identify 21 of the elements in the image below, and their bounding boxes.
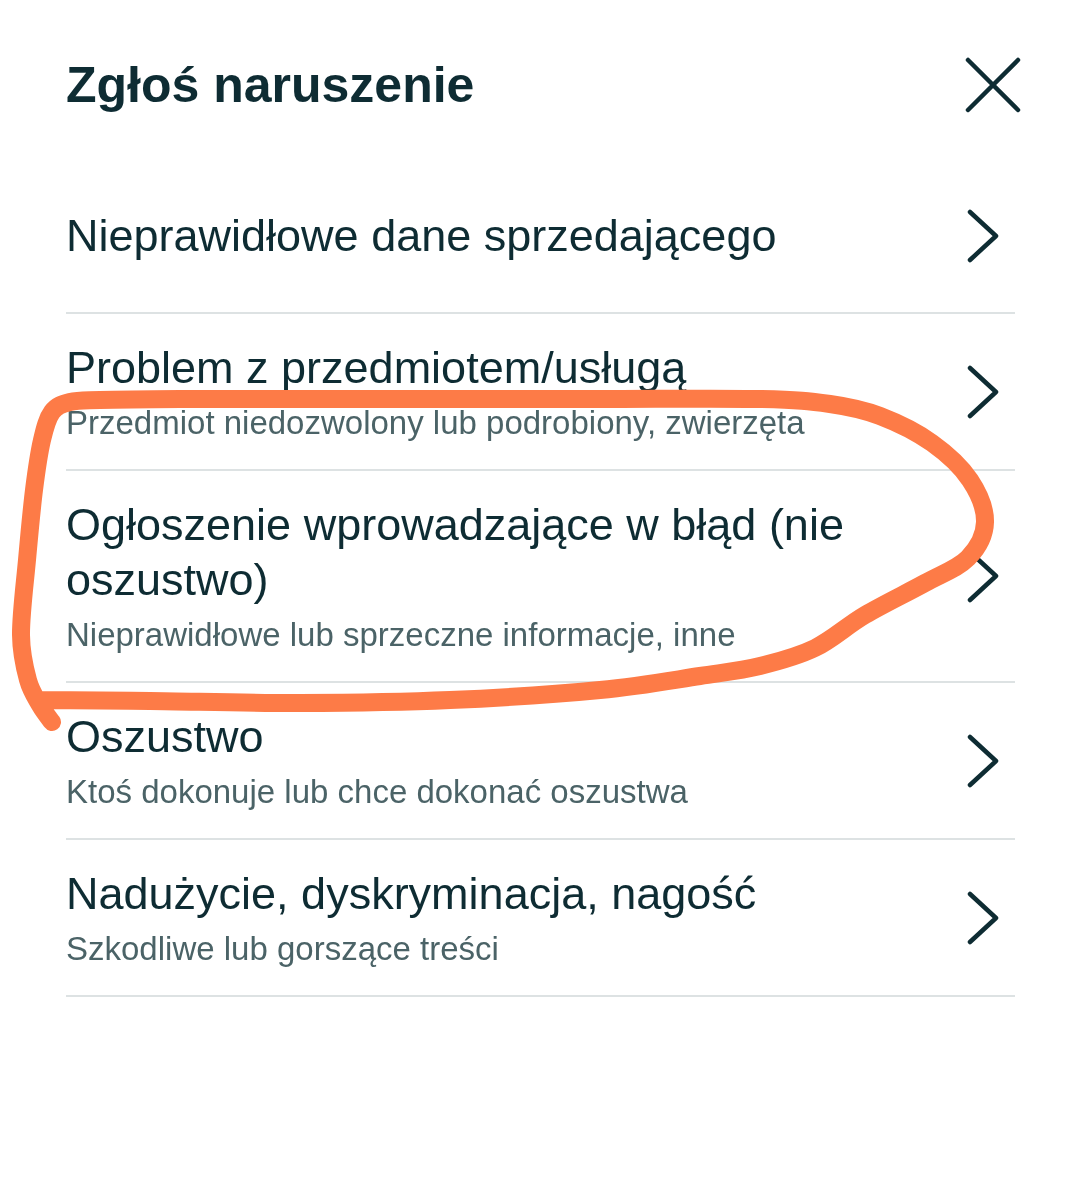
- chevron-right-icon: [967, 890, 999, 945]
- report-option[interactable]: Nadużycie, dyskryminacja, nagość Szkodliwe lub gorszące treści: [66, 840, 1015, 997]
- chevron-right-icon: [967, 733, 999, 788]
- report-option[interactable]: Ogłoszenie wprowadzające w błąd (nie oszustwo) Nieprawidłowe lub sprzeczne informacje, inne: [66, 471, 1015, 683]
- option-description: Ktoś dokonuje lub chce dokonać oszustwa: [66, 772, 689, 812]
- option-title: Problem z przedmiotem/usługą: [66, 341, 688, 395]
- close-button[interactable]: [965, 57, 1021, 113]
- option-title: Oszustwo: [66, 710, 265, 764]
- report-option[interactable]: Problem z przedmiotem/usługą Przedmiot niedozwolony lub podrobiony, zwierzęta: [66, 314, 1015, 471]
- option-title: Nadużycie, dyskryminacja, nagość: [66, 867, 758, 921]
- option-description: Przedmiot niedozwolony lub podrobiony, zwierzęta: [66, 403, 806, 443]
- close-icon: [965, 57, 1021, 113]
- dialog-title: Zgłoś naruszenie: [66, 56, 475, 115]
- chevron-right-icon: [967, 364, 999, 419]
- report-option[interactable]: Oszustwo Ktoś dokonuje lub chce dokonać oszustwa: [66, 683, 1015, 840]
- report-option[interactable]: Nieprawidłowe dane sprzedającego: [66, 159, 1015, 314]
- option-description: Nieprawidłowe lub sprzeczne informacje, inne: [66, 615, 737, 655]
- option-description: Szkodliwe lub gorszące treści: [66, 929, 500, 969]
- option-title: Nieprawidłowe dane sprzedającego: [66, 209, 778, 263]
- chevron-right-icon: [967, 208, 999, 263]
- option-title: Ogłoszenie wprowadzające w błąd (nie oszustwo): [66, 498, 845, 607]
